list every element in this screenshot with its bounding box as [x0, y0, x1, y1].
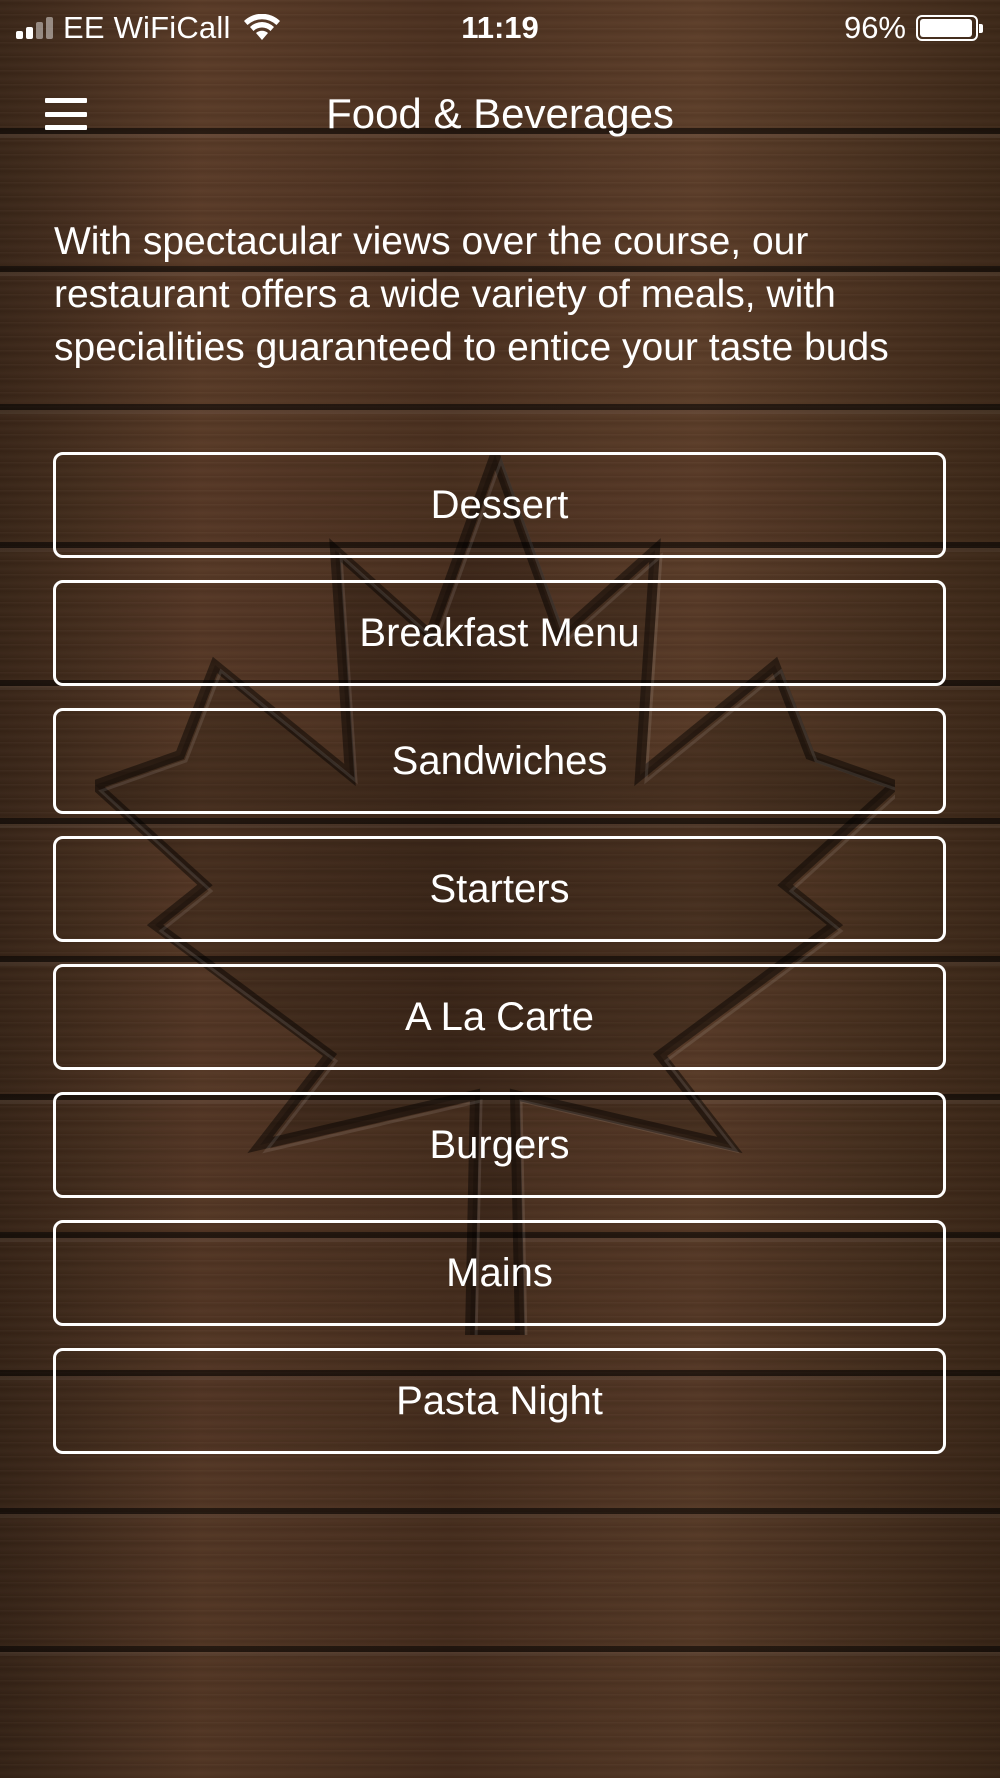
- intro-text: With spectacular views over the course, …: [54, 220, 889, 369]
- status-right: 96%: [843, 8, 983, 48]
- menu-item-mains[interactable]: Mains: [53, 1220, 946, 1326]
- menu-item-breakfast-menu[interactable]: Breakfast Menu: [53, 580, 946, 686]
- menu-item-sandwiches[interactable]: Sandwiches: [53, 708, 946, 814]
- nav-bar: Food & Beverages: [0, 58, 1000, 168]
- battery-percent: 96%: [843, 10, 906, 45]
- menu-list: Dessert Breakfast Menu Sandwiches Starte…: [53, 452, 946, 1476]
- status-bar: EE WiFiCall 11:19 96%: [0, 0, 1000, 58]
- menu-item-a-la-carte[interactable]: A La Carte: [53, 964, 946, 1070]
- menu-item-dessert[interactable]: Dessert: [53, 452, 946, 558]
- menu-item-burgers[interactable]: Burgers: [53, 1092, 946, 1198]
- page-title: Food & Beverages: [326, 90, 674, 137]
- battery-fill: [920, 19, 972, 37]
- battery-icon: [916, 15, 983, 41]
- battery-nub: [979, 24, 983, 33]
- menu-item-pasta-night[interactable]: Pasta Night: [53, 1348, 946, 1454]
- menu-item-starters[interactable]: Starters: [53, 836, 946, 942]
